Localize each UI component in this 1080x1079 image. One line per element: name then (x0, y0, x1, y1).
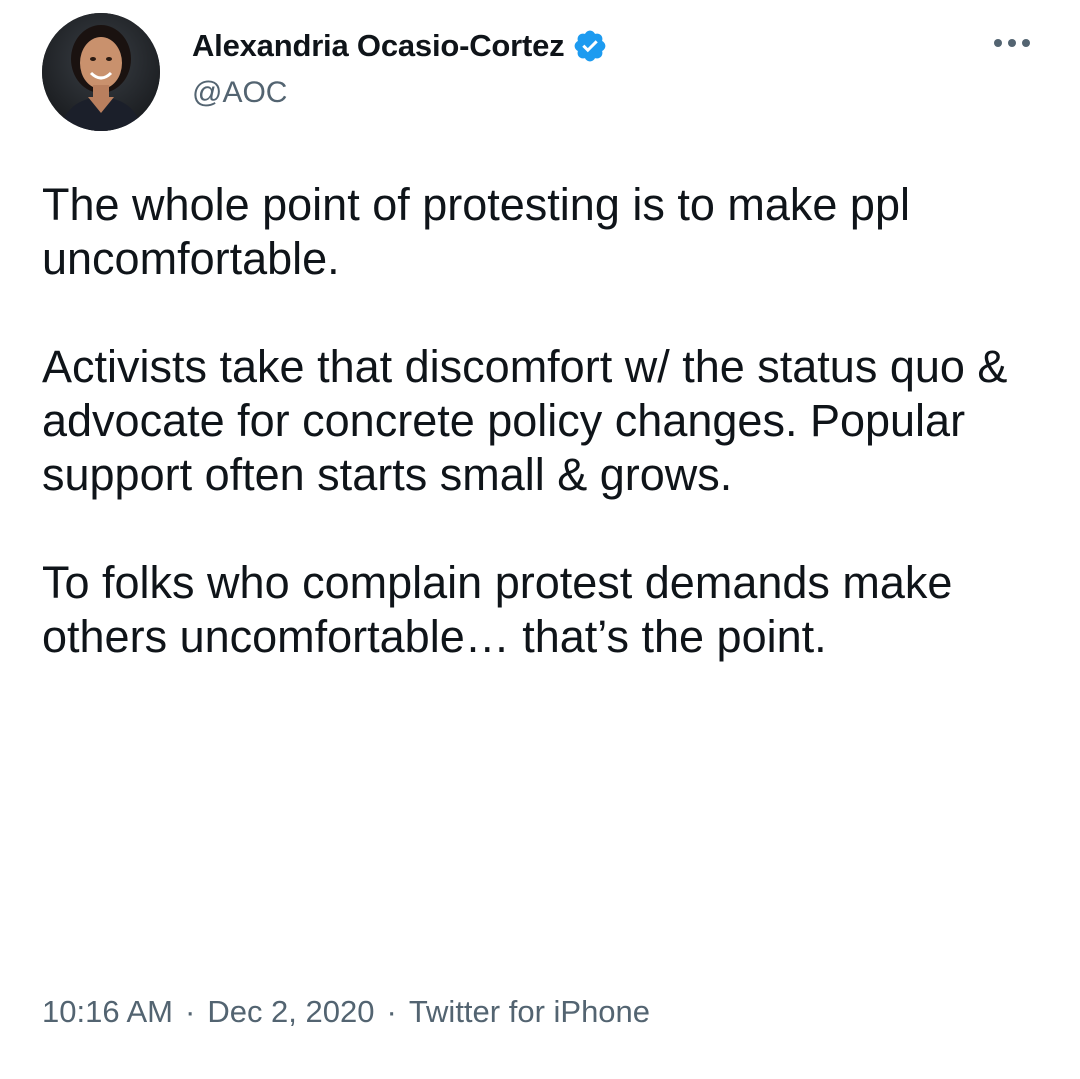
author-handle[interactable]: @AOC (192, 76, 287, 110)
tweet-paragraph: Activists take that discomfort w/ the st… (42, 341, 1008, 500)
author-row: Alexandria Ocasio-Cortez (192, 24, 608, 68)
meta-separator: · (184, 994, 196, 1029)
tweet-paragraph: The whole point of protesting is to make… (42, 179, 910, 284)
tweet-meta: 10:16 AM · Dec 2, 2020 · Twitter for iPh… (42, 994, 650, 1030)
more-options-button[interactable] (990, 28, 1034, 58)
tweet-source[interactable]: Twitter for iPhone (409, 994, 650, 1030)
display-name[interactable]: Alexandria Ocasio-Cortez (192, 28, 565, 64)
more-horizontal-icon (994, 39, 1030, 47)
avatar[interactable] (42, 13, 160, 131)
tweet-time[interactable]: 10:16 AM (42, 994, 173, 1030)
tweet-date[interactable]: Dec 2, 2020 (207, 994, 374, 1030)
tweet-text: The whole point of protesting is to make… (42, 178, 1042, 664)
tweet-paragraph: To folks who complain protest demands ma… (42, 557, 953, 662)
tweet-card: Alexandria Ocasio-Cortez @AOC The whole … (0, 0, 1080, 1079)
meta-separator: · (386, 994, 397, 1029)
profile-photo (42, 13, 160, 131)
verified-badge-icon (572, 28, 608, 64)
